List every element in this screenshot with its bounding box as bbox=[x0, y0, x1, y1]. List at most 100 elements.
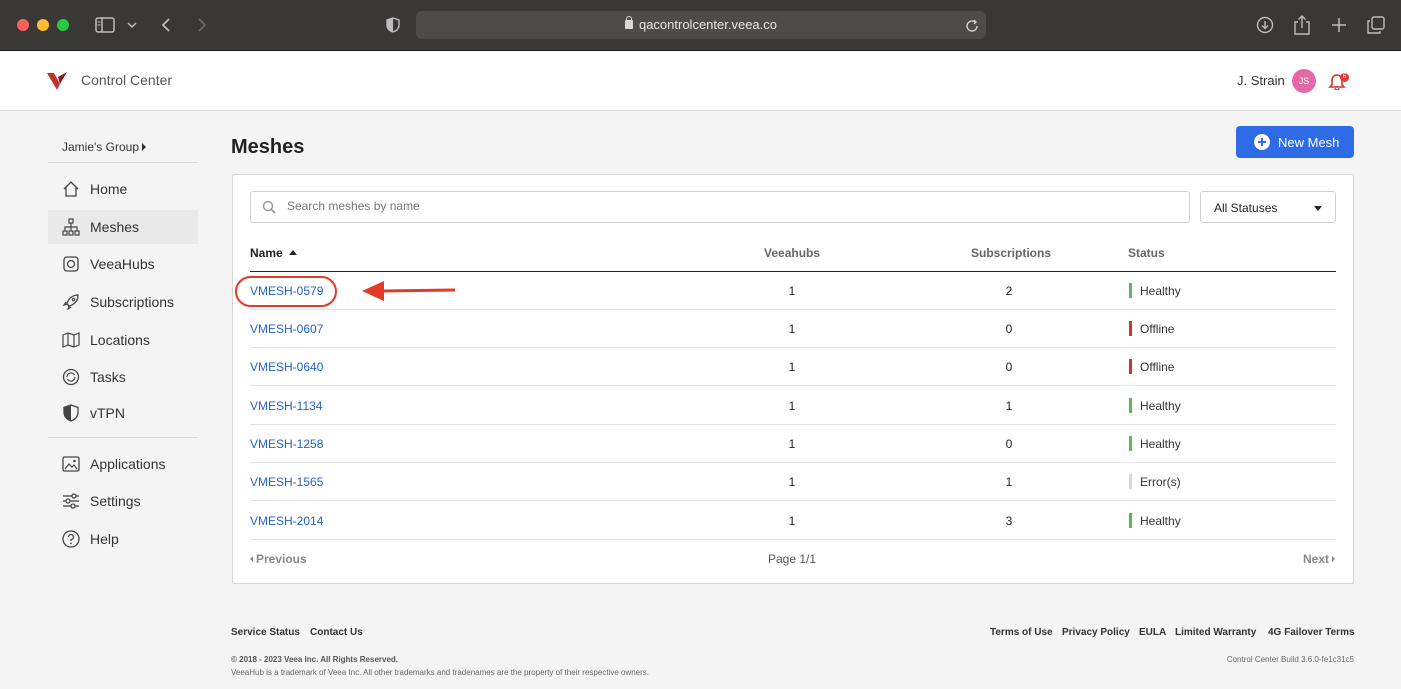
chevron-down-icon[interactable] bbox=[126, 14, 138, 36]
minimize-window-button[interactable] bbox=[37, 19, 49, 31]
status-indicator bbox=[1129, 321, 1132, 336]
search-input[interactable] bbox=[287, 199, 1167, 213]
sidebar-toggle-icon[interactable] bbox=[94, 14, 116, 36]
status-filter-select[interactable]: All Statuses bbox=[1200, 191, 1336, 223]
app-title: Control Center bbox=[81, 72, 173, 88]
caret-right-icon bbox=[1332, 556, 1335, 562]
column-header-status[interactable]: Status bbox=[1128, 246, 1165, 260]
column-header-veeahubs[interactable]: Veeahubs bbox=[764, 246, 820, 260]
mesh-name-link[interactable]: VMESH-1565 bbox=[250, 475, 323, 489]
column-header-label: Name bbox=[250, 246, 283, 260]
applications-icon bbox=[62, 455, 80, 473]
veeahubs-count: 1 bbox=[788, 437, 796, 451]
table-row[interactable]: VMESH-0607 1 0 Offline bbox=[250, 310, 1336, 348]
sidebar-item-label: Help bbox=[90, 531, 119, 547]
status-text: Healthy bbox=[1140, 284, 1181, 298]
privacy-shield-icon[interactable] bbox=[384, 14, 402, 36]
sidebar-item-subscriptions[interactable]: Subscriptions bbox=[48, 285, 198, 319]
mesh-name-link[interactable]: VMESH-1134 bbox=[250, 399, 322, 413]
status-text: Healthy bbox=[1140, 437, 1181, 451]
footer-failover-link[interactable]: 4G Failover Terms bbox=[1268, 627, 1355, 638]
table-row[interactable]: VMESH-1258 1 0 Healthy bbox=[250, 425, 1336, 463]
notification-badge: 6 bbox=[1340, 73, 1349, 82]
column-header-name[interactable]: Name bbox=[250, 246, 297, 260]
page-title: Meshes bbox=[231, 136, 305, 158]
footer-terms-link[interactable]: Terms of Use bbox=[990, 627, 1053, 638]
status-indicator bbox=[1129, 513, 1132, 528]
next-label: Next bbox=[1302, 552, 1329, 566]
sidebar-item-label: Meshes bbox=[90, 219, 140, 235]
mesh-name-link[interactable]: VMESH-0640 bbox=[250, 360, 323, 374]
sort-ascending-icon bbox=[288, 250, 297, 255]
help-icon bbox=[62, 530, 80, 548]
footer-privacy-link[interactable]: Privacy Policy bbox=[1062, 627, 1130, 638]
footer-eula-link[interactable]: EULA bbox=[1139, 627, 1166, 638]
mesh-name-link[interactable]: VMESH-0607 bbox=[250, 322, 323, 336]
footer-trademark: VeeaHub is a trademark of Veea Inc. All … bbox=[231, 668, 649, 677]
address-bar[interactable]: qacontrolcenter.veea.co bbox=[416, 11, 986, 39]
mesh-icon bbox=[62, 218, 80, 236]
browser-toolbar: qacontrolcenter.veea.co bbox=[0, 0, 1401, 51]
close-window-button[interactable] bbox=[17, 19, 29, 31]
share-icon[interactable] bbox=[1292, 14, 1312, 36]
forward-icon[interactable] bbox=[194, 14, 210, 36]
table-row[interactable]: VMESH-1565 1 1 Error(s) bbox=[250, 463, 1336, 501]
sidebar-item-help[interactable]: Help bbox=[48, 522, 198, 556]
lock-icon bbox=[624, 16, 633, 29]
table-row[interactable]: VMESH-0640 1 0 Offline bbox=[250, 348, 1336, 386]
footer-warranty-link[interactable]: Limited Warranty bbox=[1175, 627, 1256, 638]
table-row[interactable]: VMESH-2014 1 3 Healthy bbox=[250, 502, 1336, 540]
meshes-table-card: All Statuses Name Veeahubs Subscriptions… bbox=[232, 174, 1354, 584]
reload-icon[interactable] bbox=[964, 15, 980, 37]
subscriptions-count: 0 bbox=[1005, 360, 1013, 374]
footer-service-status-link[interactable]: Service Status bbox=[231, 627, 300, 638]
new-tab-icon[interactable] bbox=[1329, 14, 1349, 36]
column-header-subscriptions[interactable]: Subscriptions bbox=[971, 246, 1051, 260]
maximize-window-button[interactable] bbox=[57, 19, 69, 31]
group-selector[interactable]: Jamie's Group bbox=[62, 140, 146, 154]
sidebar-divider bbox=[48, 162, 198, 163]
footer-build: Control Center Build 3.6.0-fe1c31c5 bbox=[1226, 655, 1354, 664]
sidebar-item-locations[interactable]: Locations bbox=[48, 323, 198, 357]
sidebar-item-vtpn[interactable]: vTPN bbox=[48, 396, 198, 430]
status-indicator bbox=[1129, 359, 1132, 374]
sidebar-item-meshes[interactable]: Meshes bbox=[48, 210, 198, 244]
previous-page-button[interactable]: Previous bbox=[250, 552, 307, 566]
subscriptions-count: 0 bbox=[1005, 322, 1013, 336]
veeahub-icon bbox=[62, 255, 80, 273]
status-indicator bbox=[1129, 474, 1132, 489]
search-box[interactable] bbox=[250, 191, 1190, 223]
mesh-name-link[interactable]: VMESH-2014 bbox=[250, 514, 323, 528]
sidebar-item-settings[interactable]: Settings bbox=[48, 484, 198, 518]
veea-logo-icon[interactable] bbox=[46, 71, 68, 91]
footer-contact-link[interactable]: Contact Us bbox=[310, 627, 363, 638]
sliders-icon bbox=[62, 492, 80, 510]
new-mesh-label: New Mesh bbox=[1278, 134, 1340, 150]
user-name[interactable]: J. Strain bbox=[1237, 73, 1285, 88]
veeahubs-count: 1 bbox=[788, 475, 796, 489]
sidebar-item-label: vTPN bbox=[90, 405, 125, 421]
new-mesh-button[interactable]: New Mesh bbox=[1236, 126, 1354, 158]
status-text: Offline bbox=[1140, 322, 1175, 336]
sidebar-item-label: Applications bbox=[90, 456, 166, 472]
table-row[interactable]: VMESH-1134 1 1 Healthy bbox=[250, 387, 1336, 425]
sidebar-item-label: Home bbox=[90, 181, 128, 197]
sidebar-item-home[interactable]: Home bbox=[48, 172, 198, 206]
sidebar-item-label: Subscriptions bbox=[90, 294, 175, 310]
subscriptions-count: 1 bbox=[1005, 475, 1013, 489]
tab-overview-icon[interactable] bbox=[1366, 14, 1386, 36]
download-icon[interactable] bbox=[1255, 14, 1275, 36]
veeahubs-count: 1 bbox=[788, 284, 796, 298]
avatar[interactable]: JS bbox=[1292, 69, 1316, 93]
veeahubs-count: 1 bbox=[788, 322, 796, 336]
sidebar-item-label: VeeaHubs bbox=[90, 256, 155, 272]
next-page-button[interactable]: Next bbox=[1303, 552, 1335, 566]
back-icon[interactable] bbox=[158, 14, 174, 36]
shield-icon bbox=[62, 404, 80, 422]
map-icon bbox=[62, 331, 80, 349]
sidebar-item-label: Settings bbox=[90, 493, 141, 509]
mesh-name-link[interactable]: VMESH-1258 bbox=[250, 437, 323, 451]
sidebar-item-tasks[interactable]: Tasks bbox=[48, 360, 198, 394]
sidebar-item-veeahubs[interactable]: VeeaHubs bbox=[48, 247, 198, 281]
sidebar-item-applications[interactable]: Applications bbox=[48, 447, 198, 481]
